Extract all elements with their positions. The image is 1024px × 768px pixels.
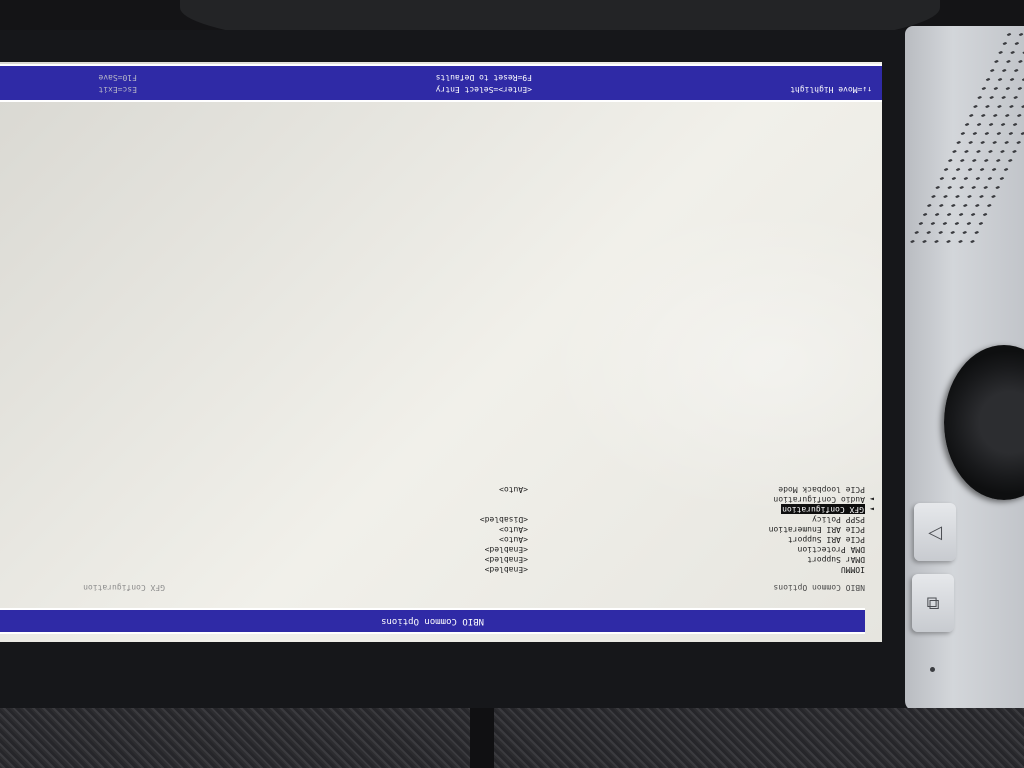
setting-iommu[interactable]: IOMMU <Enabled> [0,564,865,574]
setting-pcie-ari-enumeration[interactable]: PCIe ARI Enumeration <Auto> [0,524,865,534]
setting-dma-protection[interactable]: DMA Protection <Enabled> [0,544,865,554]
help-select-entry: <Enter>=Select Entry [435,85,532,94]
setting-pspp-policy[interactable]: PSPP Policy <Disabled> [0,514,865,524]
setting-label: PCIe ARI Enumeration [768,525,865,534]
setting-label: DMA Protection [797,545,865,554]
setting-value[interactable]: <Auto> [499,534,528,544]
setting-dmar-support[interactable]: DMAr Support <Enabled> [0,554,865,564]
setting-value[interactable]: <Enabled> [485,544,528,554]
setting-value[interactable]: <Auto> [499,484,528,494]
setting-value[interactable]: <Enabled> [485,564,528,574]
cable [470,708,494,768]
help-reset-defaults: F9=Reset to Defaults [435,73,532,82]
help-bar: ↑↓=Move Highlight <Enter>=Select Entry F… [0,64,882,102]
setting-label: PCIe loopback Mode [778,485,865,494]
setting-pcie-ari-support[interactable]: PCIe ARI Support <Auto> [0,534,865,544]
setting-label: Audio Configuration [773,495,865,504]
triangle-icon: ◁ [928,521,942,543]
help-move-highlight: ↑↓=Move Highlight [790,85,872,94]
status-led [930,667,935,672]
bios-setup-screen: NBIO Common Options NBIO Common Options … [0,62,882,642]
settings-panel: NBIO Common Options GFX Configuration IO… [0,101,874,606]
help-description: GFX Configuration [83,583,165,592]
breadcrumb: NBIO Common Options [773,583,865,592]
help-exit: Esc=Exit [98,85,137,94]
page-title: NBIO Common Options [0,608,865,634]
setting-label: PSPP Policy [812,515,865,524]
setting-label: IOMMU [840,565,865,574]
triangle-button[interactable]: ◁ [914,503,956,561]
background-fabric-bottom [0,708,1024,768]
setting-value[interactable]: <Auto> [499,524,528,534]
setting-label: GFX Configuration [781,504,865,514]
display: NBIO Common Options NBIO Common Options … [0,62,882,642]
submenu-audio-configuration[interactable]: ► Audio Configuration [0,494,874,504]
setting-value[interactable]: <Disabled> [480,514,528,524]
setting-pcie-loopback-mode[interactable]: PCIe loopback Mode <Auto> [0,484,865,494]
window-switch-button[interactable]: ⧉ [912,574,954,632]
help-save: F10=Save [98,73,137,82]
setting-label: DMAr Support [807,555,865,564]
submenu-arrow-icon: ► [869,495,874,503]
submenu-gfx-configuration[interactable]: ► GFX Configuration [0,504,874,514]
submenu-arrow-icon: ► [869,505,874,513]
windows-switch-icon: ⧉ [926,592,940,614]
setting-value[interactable]: <Enabled> [485,554,528,564]
setting-label: PCIe ARI Support [787,535,865,544]
